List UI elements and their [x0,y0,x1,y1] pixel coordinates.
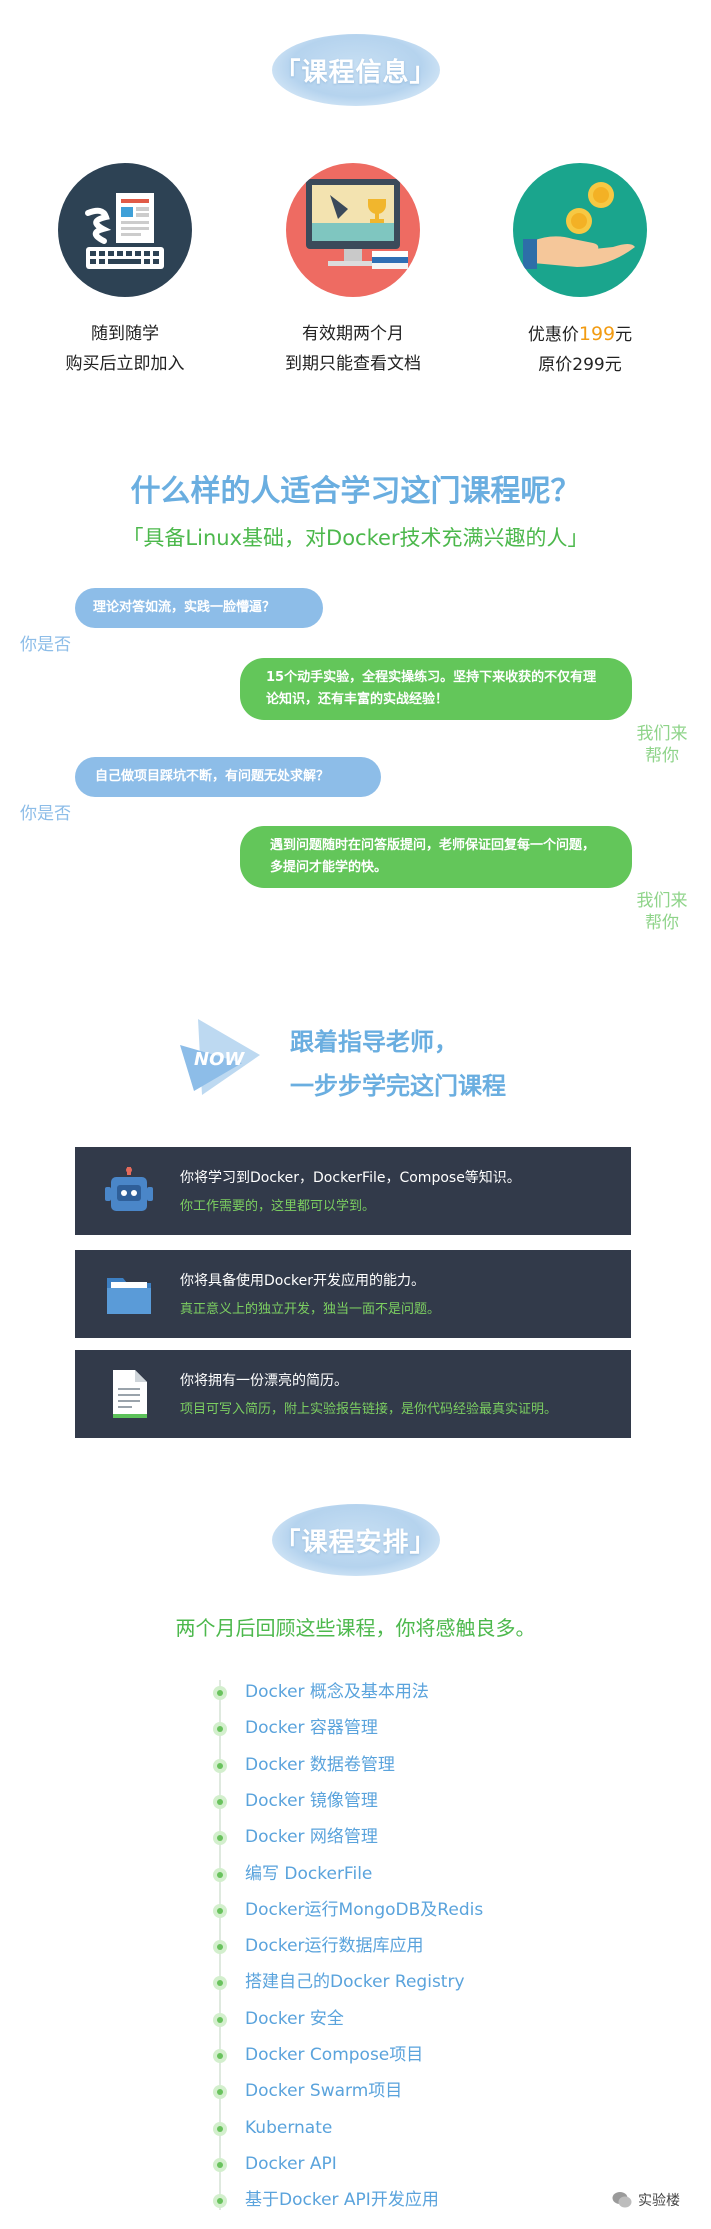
schedule-item-label: 基于Docker API开发应用 [245,2190,439,2211]
info-item-anytime: 随到随学 购买后立即加入 [25,163,225,379]
timeline-dot-icon [213,2194,227,2209]
timeline-dot-icon [213,1794,227,1809]
now-badge-label: NOW [194,1049,245,1070]
now-badge: NOW [180,1015,262,1099]
info-price-line1: 优惠价199元 [480,319,680,350]
timeline-dot-icon [213,1722,227,1737]
info-validity-line1: 有效期两个月 [302,324,404,344]
timeline-dot-icon [213,2121,227,2136]
feature-title-ability: 你将具备使用Docker开发应用的能力。 [180,1273,426,1289]
schedule-item-label: Docker 概念及基本用法 [245,1682,429,1702]
chat-helper-2-line2: 帮你 [645,913,679,933]
feature-desc-ability: 真正意义上的独立开发，独当一面不是问题。 [180,1302,441,1317]
schedule-item-label: Docker API [245,2153,337,2174]
timeline-dot-icon [213,1867,227,1882]
chat-helper-2-line1: 我们来 [636,891,688,911]
schedule-item-label: 搭建自己的Docker Registry [245,1972,465,1993]
timeline-dot-icon [213,2157,227,2172]
timeline-dot-icon [213,1976,227,1991]
chat-helper-1: 我们来 帮你 [628,723,696,767]
schedule-item-label: 编写 DockerFile [245,1863,373,1884]
document-icon [113,1370,147,1418]
schedule-item-label: Docker 安全 [245,2008,344,2029]
schedule-title: 「课程安排」 [271,1504,440,1576]
learning-document-icon [58,163,192,297]
timeline-dot-icon [213,2085,227,2100]
timeline-dot-icon [213,1686,227,1700]
info-anytime-line2: 购买后立即加入 [65,354,185,374]
feature-title-knowledge: 你将学习到Docker，DockerFile，Compose等知识。 [180,1170,521,1186]
course-info-title: 「课程信息」 [271,34,440,106]
schedule-item-label: Docker Swarm项目 [245,2081,403,2102]
chat-who-1: 你是否 [20,635,71,655]
schedule-item-label: Kubernate [245,2117,333,2138]
schedule-item-label: Docker 数据卷管理 [245,1754,395,1775]
chat-question-2: 自己做项目踩坑不断，有问题无处求解？ [75,757,381,797]
course-info-row: 随到随学 购买后立即加入 有效期两个月 到期只能查看文档 优惠价199元 原价2… [0,163,711,393]
price-prefix: 优惠价 [527,325,579,345]
info-item-price: 优惠价199元 原价299元 [480,163,680,380]
schedule-item-label: Docker 容器管理 [245,1718,378,1739]
price-suffix: 元 [615,325,633,345]
guide-line1: 跟着指导老师， [290,1028,458,1056]
robot-icon [105,1167,153,1211]
timeline-dot-icon [213,2012,227,2027]
chat-who-2: 你是否 [20,804,71,824]
feature-desc-resume: 项目可写入简历，附上实验报告链接，是你代码经验最真实证明。 [180,1402,558,1417]
timeline-dot-icon [213,2049,227,2063]
audience-subtitle: 「具备Linux基础，对Docker技术充满兴趣的人」 [122,526,589,550]
chat-answer-2: 遇到问题随时在问答版提问，老师保证回复每一个问题，多提问才能学的快。 [240,826,632,888]
audience-title: 什么样的人适合学习这门课程呢？ [130,474,581,509]
wechat-icon [612,2192,632,2208]
monitor-trophy-icon [286,163,420,297]
timeline-dot-icon [213,1758,227,1773]
info-item-validity: 有效期两个月 到期只能查看文档 [253,163,453,379]
schedule-item-label: Docker Compose项目 [245,2045,424,2065]
feature-desc-knowledge: 你工作需要的，这里都可以学到。 [180,1199,376,1214]
info-validity-line2: 到期只能查看文档 [285,354,421,374]
schedule-item-label: Docker运行数据库应用 [245,1936,424,1957]
feature-card-resume: 你将拥有一份漂亮的简历。 项目可写入简历，附上实验报告链接，是你代码经验最真实证… [75,1350,631,1438]
chat-helper-1-line1: 我们来 [636,724,688,744]
timeline-dot-icon [213,1831,227,1846]
schedule-item-label: Docker运行MongoDB及Redis [245,1899,484,1920]
folder-icon [107,1278,151,1314]
schedule-item-label: Docker 网络管理 [245,1827,378,1848]
feature-card-knowledge: 你将学习到Docker，DockerFile，Compose等知识。 你工作需要… [75,1147,631,1235]
timeline-dot-icon [213,1903,227,1918]
schedule-item-label: Docker 镜像管理 [245,1790,378,1811]
hand-coins-icon [513,163,647,297]
feature-title-resume: 你将拥有一份漂亮的简历。 [180,1373,348,1389]
info-anytime-line1: 随到随学 [91,324,159,344]
chat-helper-1-line2: 帮你 [645,746,679,766]
feature-card-ability: 你将具备使用Docker开发应用的能力。 真正意义上的独立开发，独当一面不是问题… [75,1250,631,1338]
price-value: 199 [578,323,616,345]
schedule-subtitle: 两个月后回顾这些课程，你将感触良多。 [175,1616,536,1640]
watermark: 实验楼 [612,2190,680,2210]
chat-question-1: 理论对答如流，实践一脸懵逼？ [75,588,323,628]
timeline-dot-icon [213,1940,227,1955]
chat-helper-2: 我们来 帮你 [628,890,696,934]
chat-answer-1: 15个动手实验，全程实操练习。坚持下来收获的不仅有理论知识，还有丰富的实战经验！ [240,658,632,720]
info-price-line2: 原价299元 [538,355,622,375]
watermark-text: 实验楼 [638,2193,680,2209]
guide-line2: 一步步学完这门课程 [290,1072,506,1100]
